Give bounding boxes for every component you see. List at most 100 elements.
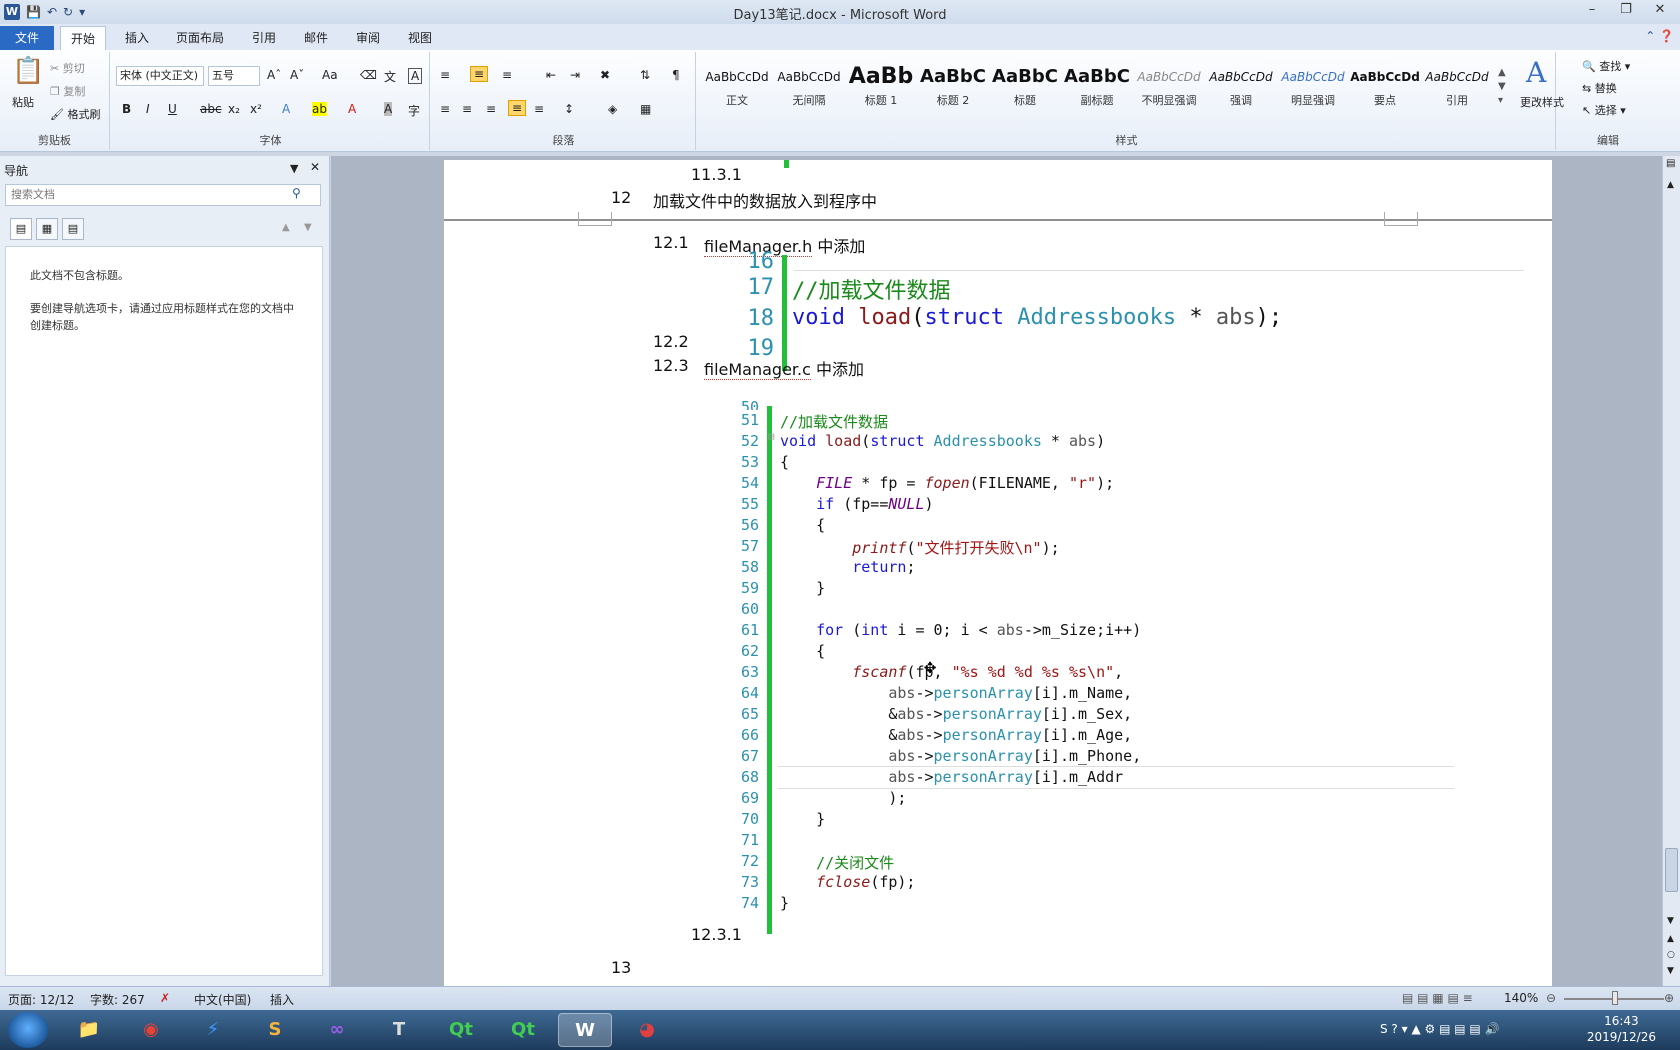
tab-file[interactable]: 文件 <box>0 26 54 50</box>
ruler-toggle-icon[interactable]: ▤ <box>1666 158 1675 169</box>
zoom-in-icon[interactable]: ⊕ <box>1664 991 1674 1005</box>
style-normal[interactable]: AaBbCcDd 正文 <box>702 62 772 114</box>
insert-mode-indicator[interactable]: 插入 <box>270 991 294 1008</box>
font-name-select[interactable]: 宋体 (中文正文) <box>116 66 204 86</box>
close-pane-icon[interactable]: ✕ <box>310 160 320 174</box>
vertical-scrollbar[interactable]: ▤ ▲ ▼ ▲ ○ ▼ <box>1662 156 1680 986</box>
style-intense-emphasis[interactable]: AaBbCcDd 明显强调 <box>1278 62 1348 114</box>
style-no-spacing[interactable]: AaBbCcDd 无间隔 <box>774 62 844 114</box>
phonetic-guide-icon[interactable]: 文 <box>384 68 396 85</box>
qt-designer-icon[interactable]: Qt <box>496 1013 550 1047</box>
page-count[interactable]: 页面: 12/12 <box>8 991 74 1008</box>
restore-icon[interactable]: ❐ <box>1612 2 1640 17</box>
next-heading-icon[interactable]: ▼ <box>304 222 312 233</box>
recorder-icon[interactable]: ◕ <box>620 1013 674 1047</box>
style-subtle-emphasis[interactable]: AaBbCcDd 不明显强调 <box>1134 62 1204 114</box>
help-icon[interactable]: ⌃ ❓ <box>1645 29 1674 43</box>
copy-button[interactable]: ❐ 复制 <box>50 83 85 99</box>
style-emphasis[interactable]: AaBbCcDd 强调 <box>1206 62 1276 114</box>
character-shading-icon[interactable]: A <box>384 102 393 116</box>
system-tray[interactable]: S ? ▾ ▲ ⚙ ▤ ▤ ▤ 🔊 <box>1380 1022 1499 1036</box>
text-effects-icon[interactable]: A <box>282 102 290 116</box>
tab-review[interactable]: 审阅 <box>346 26 390 50</box>
underline-icon[interactable]: U <box>168 102 177 116</box>
decrease-indent-icon[interactable]: ⇤ <box>546 68 556 82</box>
headings-view-icon[interactable]: ▤ <box>10 218 32 240</box>
start-button[interactable] <box>8 1012 48 1048</box>
multilevel-list-icon[interactable]: ≡ <box>502 68 512 82</box>
sublime-text-icon[interactable]: S <box>248 1013 302 1047</box>
style-quote[interactable]: AaBbCcDd 引用 <box>1422 62 1492 114</box>
zoom-slider-thumb[interactable] <box>1612 991 1618 1005</box>
tab-view[interactable]: 视图 <box>398 26 442 50</box>
word-count[interactable]: 字数: 267 <box>90 991 145 1008</box>
style-strong[interactable]: AaBbCcDd 要点 <box>1350 62 1420 114</box>
cut-button[interactable]: ✂ 剪切 <box>50 60 85 76</box>
tab-references[interactable]: 引用 <box>242 26 286 50</box>
enclose-characters-icon[interactable]: 字 <box>408 102 420 119</box>
borders-icon[interactable]: ▦ <box>640 102 651 116</box>
close-icon[interactable]: ✕ <box>1646 2 1674 17</box>
scroll-up-icon[interactable]: ▲ <box>1667 180 1674 190</box>
show-marks-icon[interactable]: ¶ <box>672 68 680 82</box>
numbering-icon[interactable]: ≡ <box>470 66 489 82</box>
replace-button[interactable]: ⇆ 替换 <box>1582 80 1617 96</box>
align-center-icon[interactable]: ≡ <box>462 102 472 116</box>
align-left-icon[interactable]: ≡ <box>440 102 450 116</box>
clear-format-icon[interactable]: ⌫ <box>360 68 377 82</box>
next-page-icon[interactable]: ▼ <box>1667 966 1674 976</box>
style-subtitle[interactable]: AaBbC 副标题 <box>1062 62 1132 114</box>
document-page[interactable]: 11.3.1 12 加载文件中的数据放入到程序中 12.1 fileManage… <box>444 160 1552 986</box>
search-document-input[interactable]: 搜索文档 <box>5 184 321 206</box>
pane-options-icon[interactable]: ▼ <box>290 162 298 175</box>
previous-page-icon[interactable]: ▲ <box>1667 934 1674 944</box>
change-case-icon[interactable]: Aa <box>322 68 338 82</box>
chinese-layout-icon[interactable]: ✖ <box>600 68 610 82</box>
paste-icon[interactable]: 📋 <box>12 56 44 86</box>
typora-icon[interactable]: T <box>372 1013 426 1047</box>
language-indicator[interactable]: 中文(中国) <box>194 991 251 1008</box>
zoom-out-icon[interactable]: ⊖ <box>1546 991 1556 1005</box>
collapse-icon[interactable]: ⊟ <box>768 430 775 443</box>
style-heading-2[interactable]: AaBbC 标题 2 <box>918 62 988 114</box>
tab-insert[interactable]: 插入 <box>115 26 159 50</box>
qt-creator-icon[interactable]: Qt <box>434 1013 488 1047</box>
format-painter-button[interactable]: 🖌 格式刷 <box>50 106 100 122</box>
thunder-icon[interactable]: ⚡ <box>186 1013 240 1047</box>
visual-studio-icon[interactable]: ∞ <box>310 1013 364 1047</box>
superscript-icon[interactable]: x² <box>250 102 262 116</box>
increase-indent-icon[interactable]: ⇥ <box>570 68 580 82</box>
sort-icon[interactable]: ⇅ <box>640 68 650 82</box>
change-styles-icon[interactable]: A <box>1526 56 1546 89</box>
style-heading-1[interactable]: AaBb 标题 1 <box>846 62 916 114</box>
highlight-icon[interactable]: ab <box>312 102 327 116</box>
chrome-icon[interactable]: ◉ <box>124 1013 178 1047</box>
justify-icon[interactable]: ≡ <box>508 100 527 116</box>
view-buttons[interactable]: ▤ ▤ ▦ ▤ ≡ <box>1402 991 1473 1005</box>
tab-page-layout[interactable]: 页面布局 <box>166 26 234 50</box>
tab-mailings[interactable]: 邮件 <box>294 26 338 50</box>
distributed-icon[interactable]: ≡ <box>534 102 544 116</box>
proofing-icon[interactable]: ✗ <box>160 991 170 1005</box>
find-button[interactable]: 🔍 查找 ▾ <box>1582 58 1630 74</box>
shading-icon[interactable]: ◈ <box>608 102 617 116</box>
strikethrough-icon[interactable]: abc <box>200 102 222 116</box>
search-icon[interactable]: ⚲ <box>292 186 301 200</box>
scroll-thumb[interactable] <box>1665 848 1678 892</box>
word-taskbar-icon[interactable]: W <box>558 1013 612 1047</box>
styles-scroll-icon[interactable]: ▲ ▼ ▾ <box>1498 66 1506 108</box>
browse-object-icon[interactable]: ○ <box>1667 950 1675 960</box>
scroll-down-icon[interactable]: ▼ <box>1667 916 1674 926</box>
zoom-level[interactable]: 140% <box>1504 991 1538 1005</box>
italic-icon[interactable]: I <box>146 102 150 116</box>
paste-button[interactable]: 粘贴 <box>12 94 34 110</box>
style-title[interactable]: AaBbC 标题 <box>990 62 1060 114</box>
clock[interactable]: 16:43 2019/12/26 <box>1587 1013 1656 1045</box>
shrink-font-icon[interactable]: Aˇ <box>290 68 304 82</box>
grow-font-icon[interactable]: Aˆ <box>267 68 281 82</box>
tab-home[interactable]: 开始 <box>60 26 107 50</box>
minimize-icon[interactable]: – <box>1578 2 1606 17</box>
subscript-icon[interactable]: x₂ <box>228 102 240 116</box>
file-explorer-icon[interactable]: 📁 <box>62 1013 116 1047</box>
bullets-icon[interactable]: ≡ <box>440 68 450 82</box>
